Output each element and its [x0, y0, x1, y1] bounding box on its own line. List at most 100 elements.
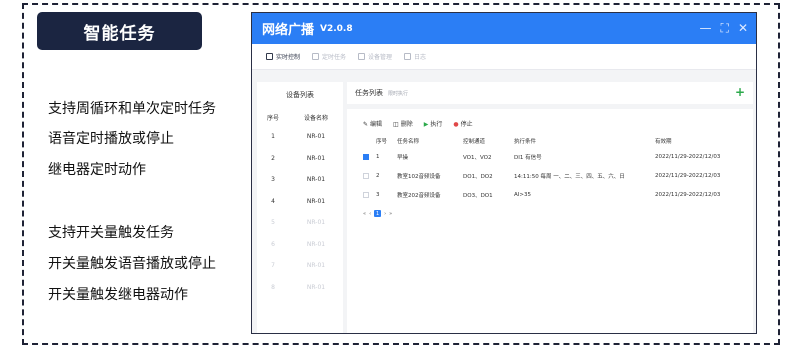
device-no: 7: [271, 262, 275, 270]
edit-icon: ✎: [363, 121, 369, 128]
device-name: NR-01: [306, 240, 326, 248]
device-no: 4: [271, 197, 275, 205]
next-page-button[interactable]: ›: [384, 211, 386, 217]
device-name: NR-01: [306, 262, 326, 270]
delete-icon: ◫: [393, 121, 399, 128]
play-icon: ▶: [423, 121, 429, 128]
tab-label: 实时控制: [276, 54, 301, 61]
device-row[interactable]: 3 NR-01: [257, 169, 343, 191]
task-list-title: 任务列表: [355, 89, 383, 97]
device-name: NR-01: [306, 283, 326, 291]
execute-button[interactable]: ▶ 执行: [424, 119, 443, 128]
tab-label: 设备管理: [368, 54, 393, 61]
feature-text-4: 支持开关量触发任务: [48, 225, 174, 241]
task-period: 2022/11/29-2022/12/03: [655, 153, 721, 160]
maximize-icon[interactable]: ⛶: [721, 21, 729, 36]
col-task-name: 任务名称: [397, 138, 420, 145]
minimize-icon[interactable]: —: [700, 21, 712, 36]
feature-text-5: 开关量触发语音播放或停止: [48, 256, 216, 272]
stop-icon: ●: [453, 121, 459, 128]
device-row[interactable]: 1 NR-01: [257, 126, 343, 148]
task-period: 2022/11/29-2022/12/03: [655, 191, 721, 198]
last-page-button[interactable]: »: [389, 211, 392, 217]
prev-page-button[interactable]: ‹: [369, 211, 371, 217]
device-no: 5: [271, 219, 275, 227]
task-list-subtitle: 限时执行: [388, 90, 409, 97]
task-condition: AI>35: [514, 191, 531, 198]
table-row[interactable]: 1 早操 VO1、VO2 DI1 有信号 2022/11/29-2022/12/…: [347, 147, 753, 166]
window-controls: — ⛶ ✕: [700, 21, 748, 36]
edit-label: 编辑: [370, 121, 383, 128]
app-window: 网络广播 V2.0.8 — ⛶ ✕ 实时控制 定时任务 设备管理 日志 设备列表…: [251, 12, 757, 334]
row-checkbox[interactable]: [363, 153, 369, 160]
tab-realtime-control[interactable]: 实时控制: [266, 52, 300, 61]
row-checkbox[interactable]: [363, 172, 369, 179]
tab-device-management[interactable]: 设备管理: [358, 52, 392, 61]
execute-label: 执行: [430, 121, 443, 128]
device-row[interactable]: 4 NR-01: [257, 191, 343, 213]
feature-text-1: 支持周循环和单次定时任务: [48, 101, 216, 117]
pagination: « ‹ 1 › »: [347, 210, 753, 217]
row-checkbox[interactable]: [363, 191, 369, 198]
device-no: 1: [271, 133, 275, 141]
task-no: 2: [376, 172, 380, 179]
device-management-icon: [358, 53, 366, 60]
tab-scheduled-tasks[interactable]: 定时任务: [312, 52, 346, 61]
col-period: 有效期: [655, 138, 672, 145]
table-row[interactable]: 3 教室202音频设备 DO3、DO1 AI>35 2022/11/29-202…: [347, 185, 753, 204]
task-list-area: 任务列表 限时执行 + ✎ 编辑 ◫ 删除 ▶ 执行 ● 停止 序号 任务名称 控制通道…: [347, 82, 753, 333]
log-icon: [404, 53, 412, 60]
device-row[interactable]: 7 NR-01: [257, 255, 343, 277]
add-task-icon[interactable]: +: [735, 85, 745, 99]
device-row[interactable]: 2 NR-01: [257, 148, 343, 170]
task-name: 早操: [397, 154, 409, 161]
feature-text-6: 开关量触发继电器动作: [48, 287, 188, 303]
col-condition: 执行条件: [514, 138, 537, 145]
task-channel: VO1、VO2: [463, 154, 492, 161]
col-no: 序号: [376, 138, 388, 145]
feature-badge: 智能任务: [37, 12, 202, 50]
device-row[interactable]: 8 NR-01: [257, 277, 343, 299]
task-period: 2022/11/29-2022/12/03: [655, 172, 721, 179]
device-no: 8: [271, 283, 275, 291]
device-no: 2: [271, 154, 275, 162]
stop-button[interactable]: ● 停止: [453, 119, 472, 128]
tab-log[interactable]: 日志: [404, 52, 426, 61]
device-name: NR-01: [306, 176, 326, 184]
header-no: 序号: [266, 115, 279, 122]
device-no: 3: [271, 176, 275, 184]
current-page[interactable]: 1: [374, 210, 382, 217]
device-list-title: 设备列表: [286, 91, 314, 99]
task-table-panel: ✎ 编辑 ◫ 删除 ▶ 执行 ● 停止 序号 任务名称 控制通道 执行条件 有效期 1 …: [347, 109, 753, 333]
app-title: 网络广播: [262, 23, 315, 38]
delete-label: 删除: [400, 121, 413, 128]
task-list-header: 任务列表 限时执行 +: [347, 82, 753, 104]
task-name: 教室102音频设备: [397, 173, 441, 180]
device-row[interactable]: 5 NR-01: [257, 212, 343, 234]
device-row[interactable]: 6 NR-01: [257, 234, 343, 256]
device-list-header: 序号 设备名称: [257, 113, 343, 122]
first-page-button[interactable]: «: [363, 211, 366, 217]
realtime-control-icon: [266, 53, 273, 60]
task-no: 1: [376, 153, 380, 160]
device-name: NR-01: [306, 219, 326, 227]
task-condition: DI1 有信号: [514, 154, 542, 161]
device-name: NR-01: [306, 133, 326, 141]
title-bar: 网络广播 V2.0.8 — ⛶ ✕: [252, 13, 756, 44]
feature-text-2: 语音定时播放或停止: [48, 131, 174, 147]
table-row[interactable]: 2 教室102音频设备 DO1、DO2 14:11:50 每周 一、二、三、四、…: [347, 166, 753, 185]
task-condition: 14:11:50 每周 一、二、三、四、五、六、日: [514, 173, 625, 180]
edit-button[interactable]: ✎ 编辑: [363, 119, 382, 128]
col-channel: 控制通道: [463, 138, 486, 145]
tab-label: 日志: [414, 54, 427, 61]
close-icon[interactable]: ✕: [738, 21, 748, 36]
device-list-panel: 设备列表 序号 设备名称 1 NR-01 2 NR-01 3 NR-01 4 NR-01…: [257, 82, 343, 333]
app-version: V2.0.8: [320, 23, 353, 34]
device-name: NR-01: [306, 154, 326, 162]
task-actions: ✎ 编辑 ◫ 删除 ▶ 执行 ● 停止: [347, 109, 753, 128]
task-table-header: 序号 任务名称 控制通道 执行条件 有效期: [347, 134, 753, 147]
header-device-name: 设备名称: [303, 115, 328, 122]
delete-button[interactable]: ◫ 删除: [393, 119, 413, 128]
device-name: NR-01: [306, 197, 326, 205]
device-no: 6: [271, 240, 275, 248]
